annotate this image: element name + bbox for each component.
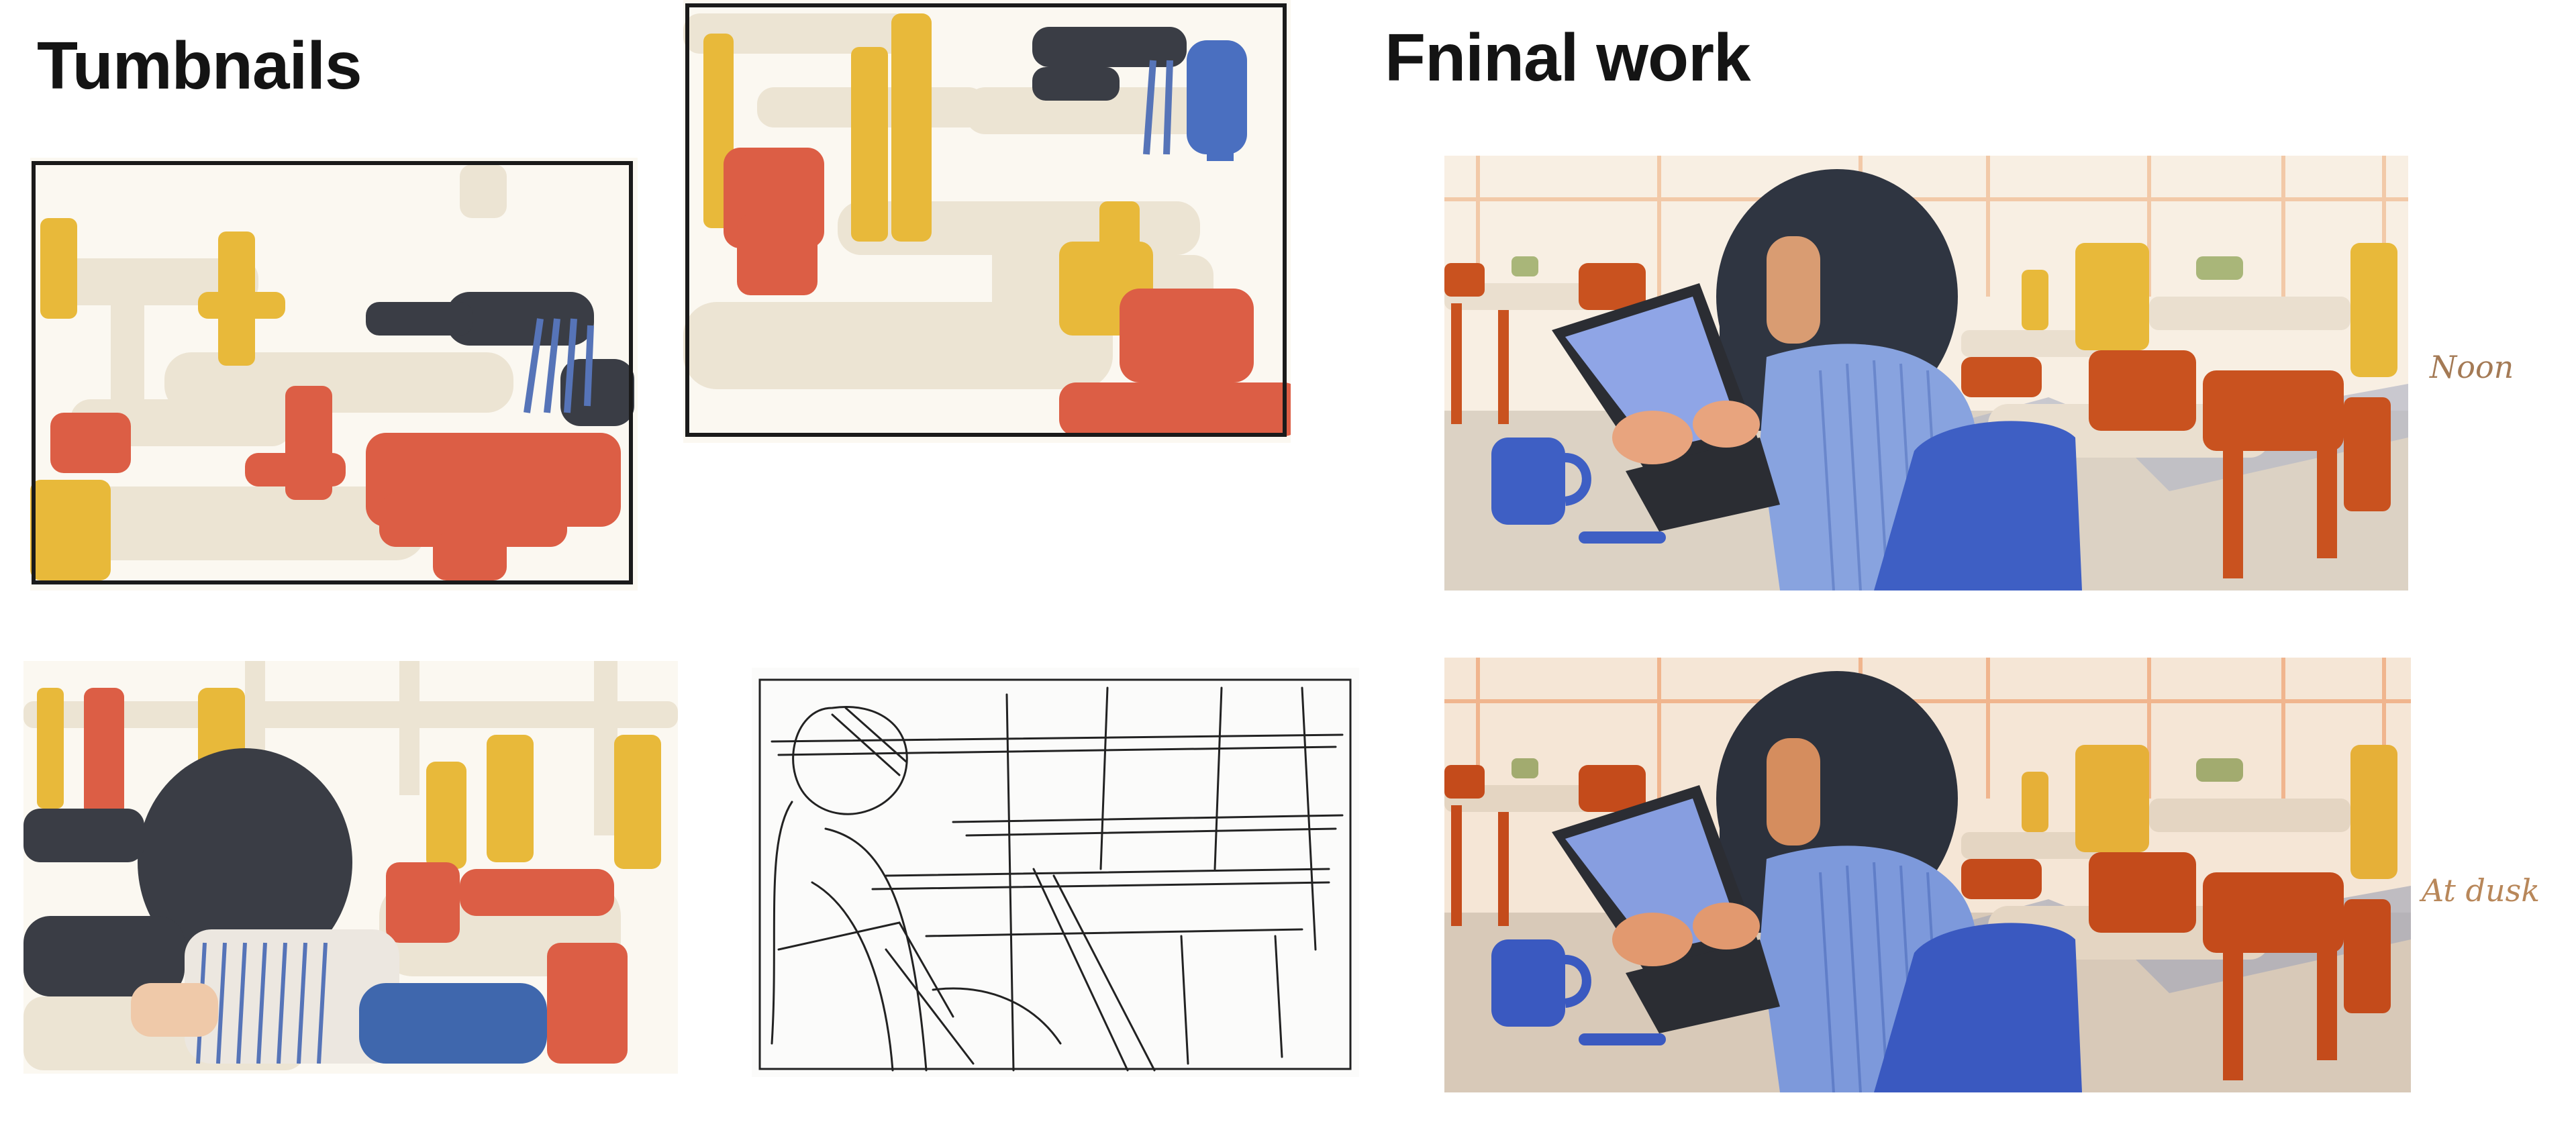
dusk-label: At dusk xyxy=(2422,872,2540,909)
noon-label: Noon xyxy=(2430,349,2514,385)
thumbnail-color-study-2 xyxy=(683,0,1291,443)
thumbnail-pencil-sketch xyxy=(752,668,1359,1077)
final-work-heading: Fninal work xyxy=(1385,20,1751,95)
thumbnail-color-study-1 xyxy=(30,158,638,591)
final-artwork-noon xyxy=(1444,156,2408,591)
thumbnail-color-study-3 xyxy=(23,661,678,1074)
final-artwork-dusk xyxy=(1444,658,2411,1092)
tumbnails-heading: Tumbnails xyxy=(37,28,362,103)
